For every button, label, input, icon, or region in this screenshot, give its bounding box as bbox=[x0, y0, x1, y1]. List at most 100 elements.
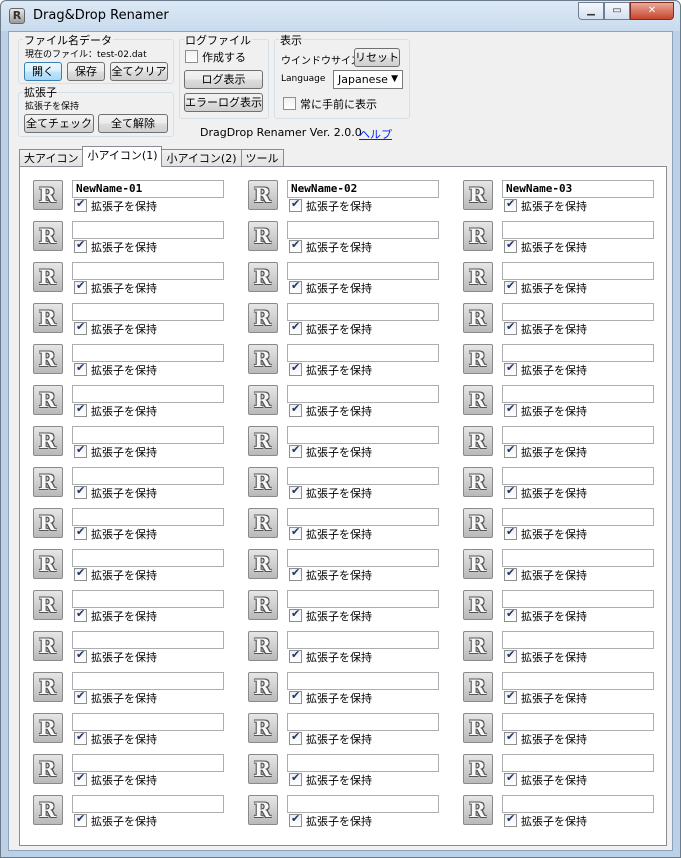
clear-all-button[interactable]: 全てクリア bbox=[110, 62, 168, 81]
new-name-field[interactable] bbox=[502, 426, 654, 444]
keep-extension-checkbox[interactable] bbox=[289, 484, 302, 499]
rename-drop-icon[interactable]: R bbox=[33, 631, 63, 661]
new-name-field[interactable] bbox=[72, 795, 224, 813]
new-name-field[interactable]: NewName-01 bbox=[72, 180, 224, 198]
new-name-field[interactable] bbox=[502, 344, 654, 362]
rename-drop-icon[interactable]: R bbox=[33, 180, 63, 210]
keep-extension-checkbox[interactable] bbox=[289, 361, 302, 376]
new-name-field[interactable] bbox=[72, 303, 224, 321]
rename-drop-icon[interactable]: R bbox=[463, 795, 493, 825]
new-name-field[interactable] bbox=[287, 303, 439, 321]
rename-drop-icon[interactable]: R bbox=[463, 303, 493, 333]
new-name-field[interactable] bbox=[287, 672, 439, 690]
new-name-field[interactable] bbox=[287, 221, 439, 239]
keep-extension-checkbox[interactable] bbox=[289, 689, 302, 704]
rename-drop-icon[interactable]: R bbox=[248, 795, 278, 825]
keep-extension-checkbox[interactable] bbox=[74, 566, 87, 581]
new-name-field[interactable] bbox=[502, 221, 654, 239]
keep-extension-checkbox[interactable] bbox=[74, 730, 87, 745]
keep-extension-checkbox[interactable] bbox=[289, 566, 302, 581]
minimize-button[interactable]: ▁ bbox=[578, 2, 604, 20]
rename-drop-icon[interactable]: R bbox=[463, 467, 493, 497]
keep-extension-checkbox[interactable] bbox=[74, 771, 87, 786]
new-name-field[interactable] bbox=[502, 795, 654, 813]
rename-drop-icon[interactable]: R bbox=[248, 467, 278, 497]
keep-extension-checkbox[interactable] bbox=[504, 197, 517, 212]
new-name-field[interactable] bbox=[287, 590, 439, 608]
keep-extension-checkbox[interactable] bbox=[504, 402, 517, 417]
keep-extension-checkbox[interactable] bbox=[289, 812, 302, 827]
keep-extension-checkbox[interactable] bbox=[289, 402, 302, 417]
new-name-field[interactable] bbox=[502, 262, 654, 280]
new-name-field[interactable] bbox=[72, 221, 224, 239]
keep-extension-checkbox[interactable] bbox=[504, 771, 517, 786]
tab-large-icons[interactable]: 大アイコン bbox=[19, 149, 84, 167]
keep-extension-checkbox[interactable] bbox=[504, 320, 517, 335]
new-name-field[interactable] bbox=[287, 754, 439, 772]
create-log-checkbox[interactable] bbox=[185, 50, 198, 63]
close-button[interactable]: ✕ bbox=[630, 2, 674, 20]
rename-drop-icon[interactable]: R bbox=[463, 385, 493, 415]
keep-extension-checkbox[interactable] bbox=[74, 648, 87, 663]
keep-extension-checkbox[interactable] bbox=[289, 443, 302, 458]
maximize-button[interactable]: ▭ bbox=[604, 2, 630, 20]
keep-extension-checkbox[interactable] bbox=[74, 484, 87, 499]
keep-extension-checkbox[interactable] bbox=[504, 484, 517, 499]
keep-extension-checkbox[interactable] bbox=[504, 730, 517, 745]
new-name-field[interactable] bbox=[287, 631, 439, 649]
new-name-field[interactable] bbox=[72, 344, 224, 362]
rename-drop-icon[interactable]: R bbox=[463, 344, 493, 374]
rename-drop-icon[interactable]: R bbox=[33, 344, 63, 374]
new-name-field[interactable] bbox=[502, 713, 654, 731]
keep-extension-checkbox[interactable] bbox=[289, 320, 302, 335]
tab-tools[interactable]: ツール bbox=[240, 149, 284, 167]
show-log-button[interactable]: ログ表示 bbox=[184, 70, 263, 89]
new-name-field[interactable] bbox=[287, 549, 439, 567]
new-name-field[interactable] bbox=[72, 590, 224, 608]
rename-drop-icon[interactable]: R bbox=[248, 713, 278, 743]
tab-small-icons-2[interactable]: 小アイコン(2) bbox=[161, 149, 242, 167]
new-name-field[interactable] bbox=[72, 672, 224, 690]
title-bar[interactable]: R Drag&Drop Renamer ▁ ▭ ✕ bbox=[1, 1, 680, 31]
new-name-field[interactable] bbox=[287, 426, 439, 444]
new-name-field[interactable] bbox=[502, 467, 654, 485]
keep-extension-checkbox[interactable] bbox=[74, 320, 87, 335]
show-error-log-button[interactable]: エラーログ表示 bbox=[184, 93, 263, 112]
rename-drop-icon[interactable]: R bbox=[248, 344, 278, 374]
new-name-field[interactable] bbox=[287, 795, 439, 813]
new-name-field[interactable] bbox=[502, 631, 654, 649]
rename-drop-icon[interactable]: R bbox=[248, 508, 278, 538]
keep-extension-checkbox[interactable] bbox=[504, 648, 517, 663]
rename-drop-icon[interactable]: R bbox=[33, 672, 63, 702]
rename-drop-icon[interactable]: R bbox=[463, 508, 493, 538]
reset-button[interactable]: リセット bbox=[354, 48, 400, 67]
keep-extension-checkbox[interactable] bbox=[504, 279, 517, 294]
rename-drop-icon[interactable]: R bbox=[248, 221, 278, 251]
keep-extension-checkbox[interactable] bbox=[74, 361, 87, 376]
rename-drop-icon[interactable]: R bbox=[463, 713, 493, 743]
rename-drop-icon[interactable]: R bbox=[33, 426, 63, 456]
keep-extension-checkbox[interactable] bbox=[74, 402, 87, 417]
new-name-field[interactable] bbox=[72, 508, 224, 526]
rename-drop-icon[interactable]: R bbox=[248, 754, 278, 784]
save-button[interactable]: 保存 bbox=[67, 62, 105, 81]
new-name-field[interactable] bbox=[72, 262, 224, 280]
new-name-field[interactable] bbox=[502, 385, 654, 403]
keep-extension-checkbox[interactable] bbox=[74, 443, 87, 458]
rename-drop-icon[interactable]: R bbox=[463, 262, 493, 292]
keep-extension-checkbox[interactable] bbox=[289, 197, 302, 212]
keep-extension-checkbox[interactable] bbox=[289, 771, 302, 786]
new-name-field[interactable] bbox=[502, 754, 654, 772]
keep-extension-checkbox[interactable] bbox=[504, 238, 517, 253]
rename-drop-icon[interactable]: R bbox=[33, 549, 63, 579]
topmost-checkbox[interactable] bbox=[283, 97, 296, 110]
rename-drop-icon[interactable]: R bbox=[248, 180, 278, 210]
new-name-field[interactable]: NewName-03 bbox=[502, 180, 654, 198]
rename-drop-icon[interactable]: R bbox=[248, 262, 278, 292]
new-name-field[interactable] bbox=[287, 508, 439, 526]
rename-drop-icon[interactable]: R bbox=[248, 549, 278, 579]
keep-extension-checkbox[interactable] bbox=[289, 525, 302, 540]
keep-extension-checkbox[interactable] bbox=[289, 607, 302, 622]
rename-drop-icon[interactable]: R bbox=[33, 508, 63, 538]
new-name-field[interactable] bbox=[502, 672, 654, 690]
